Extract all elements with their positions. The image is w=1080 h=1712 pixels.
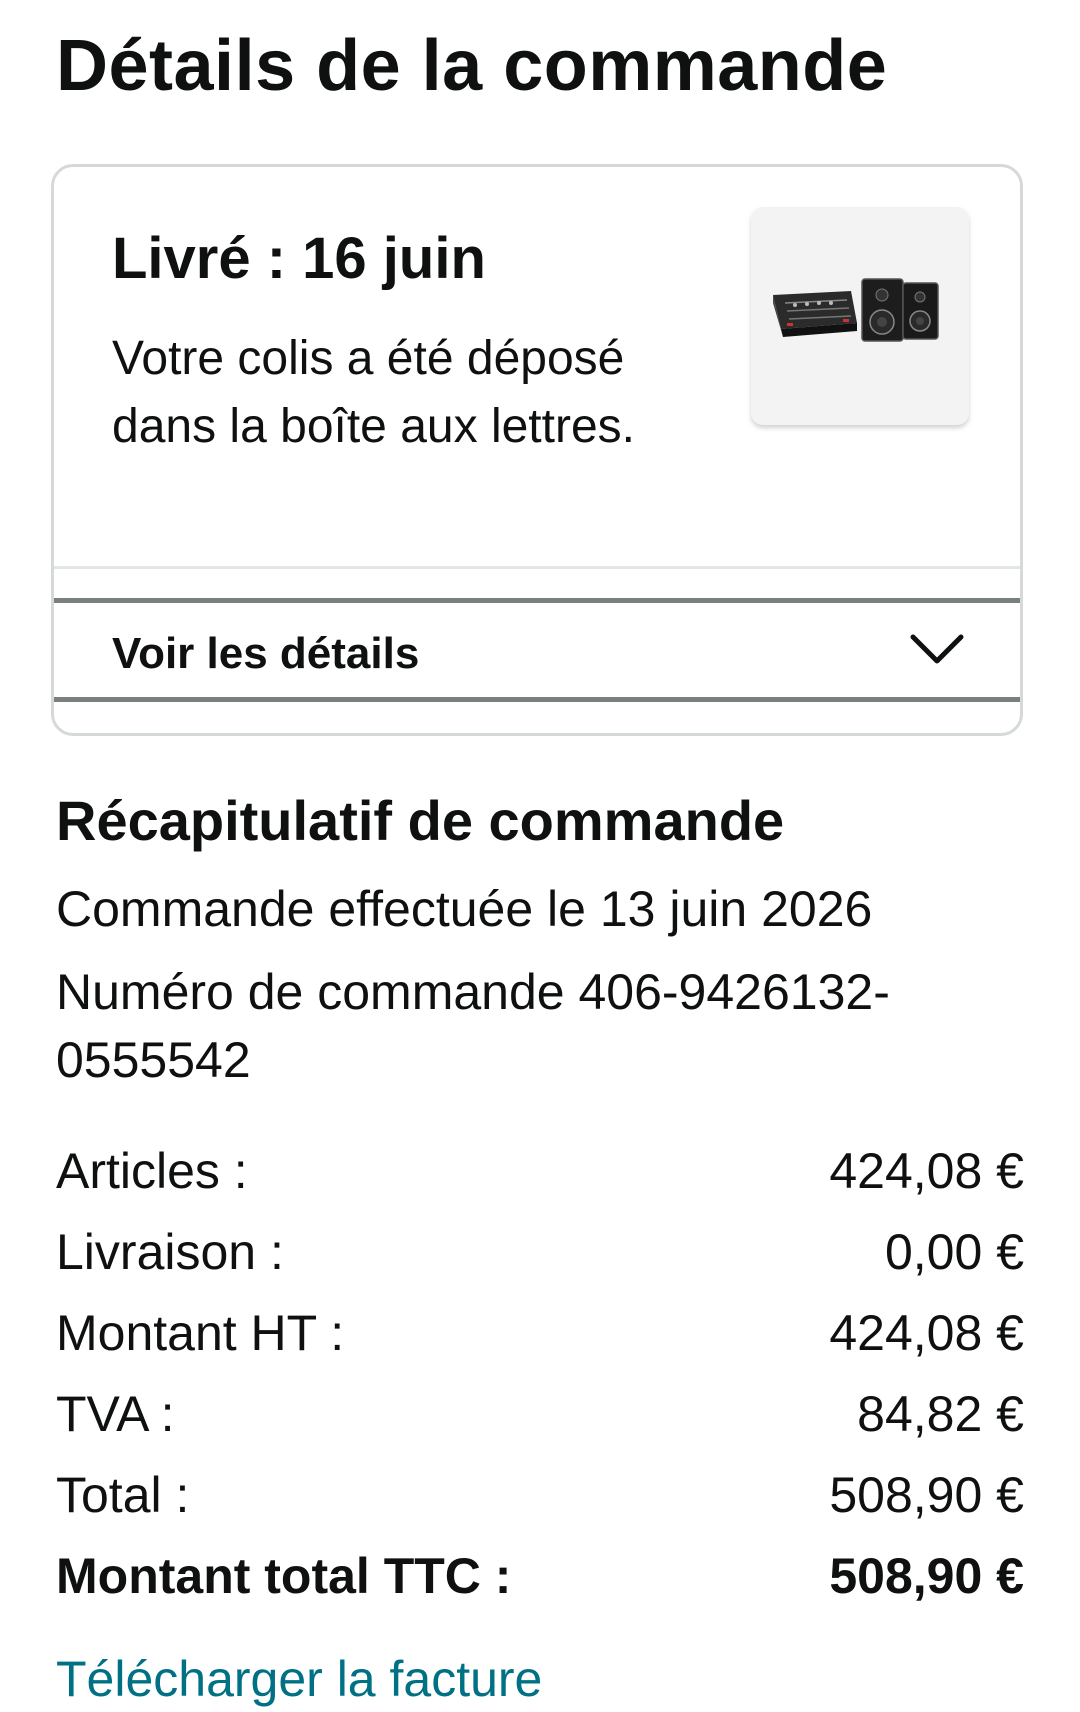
product-image[interactable]: [751, 207, 969, 425]
grand-total-label: Montant total TTC :: [56, 1548, 512, 1604]
total-row-label: Montant HT :: [56, 1305, 345, 1361]
see-details-label: Voir les détails: [112, 629, 420, 678]
chevron-down-icon: [907, 619, 967, 679]
total-row-shipping: Livraison : 0,00 €: [56, 1217, 1024, 1298]
see-details-button[interactable]: Voir les détails: [54, 598, 1020, 702]
delivery-status: Livré : 16 juin: [112, 226, 486, 291]
total-row-value: 84,82 €: [857, 1386, 1024, 1442]
total-row-label: Livraison :: [56, 1224, 284, 1280]
order-date: Commande effectuée le 13 juin 2026: [56, 881, 873, 937]
total-row-subtotal-ht: Montant HT : 424,08 €: [56, 1298, 1024, 1379]
total-row-label: TVA :: [56, 1386, 175, 1442]
total-row-vat: TVA : 84,82 €: [56, 1379, 1024, 1460]
total-row-total: Total : 508,90 €: [56, 1460, 1024, 1541]
total-row-value: 424,08 €: [829, 1305, 1024, 1361]
download-invoice-link[interactable]: Télécharger la facture: [56, 1646, 542, 1712]
audio-mixer-speakers-image: [773, 278, 939, 342]
total-row-items: Articles : 424,08 €: [56, 1136, 1024, 1217]
delivery-message: Votre colis a été déposé dans la boîte a…: [112, 332, 635, 453]
total-row-label: Articles :: [56, 1143, 248, 1199]
total-row-value: 0,00 €: [884, 1224, 1024, 1280]
order-totals: Articles : 424,08 € Livraison : 0,00 € M…: [56, 1136, 1024, 1622]
card-divider: [54, 566, 1020, 569]
page-title: Détails de la commande: [56, 26, 888, 106]
total-row-label: Total :: [56, 1467, 190, 1523]
grand-total-value: 508,90 €: [829, 1548, 1024, 1604]
total-row-value: 508,90 €: [829, 1467, 1024, 1523]
delivery-card: Livré : 16 juin Votre colis a été déposé…: [51, 164, 1023, 736]
order-number: Numéro de commande 406-9426132-0555542: [56, 964, 890, 1088]
total-row-value: 424,08 €: [829, 1143, 1024, 1199]
order-summary-heading: Récapitulatif de commande: [56, 789, 785, 852]
grand-total-row: Montant total TTC : 508,90 €: [56, 1541, 1024, 1622]
